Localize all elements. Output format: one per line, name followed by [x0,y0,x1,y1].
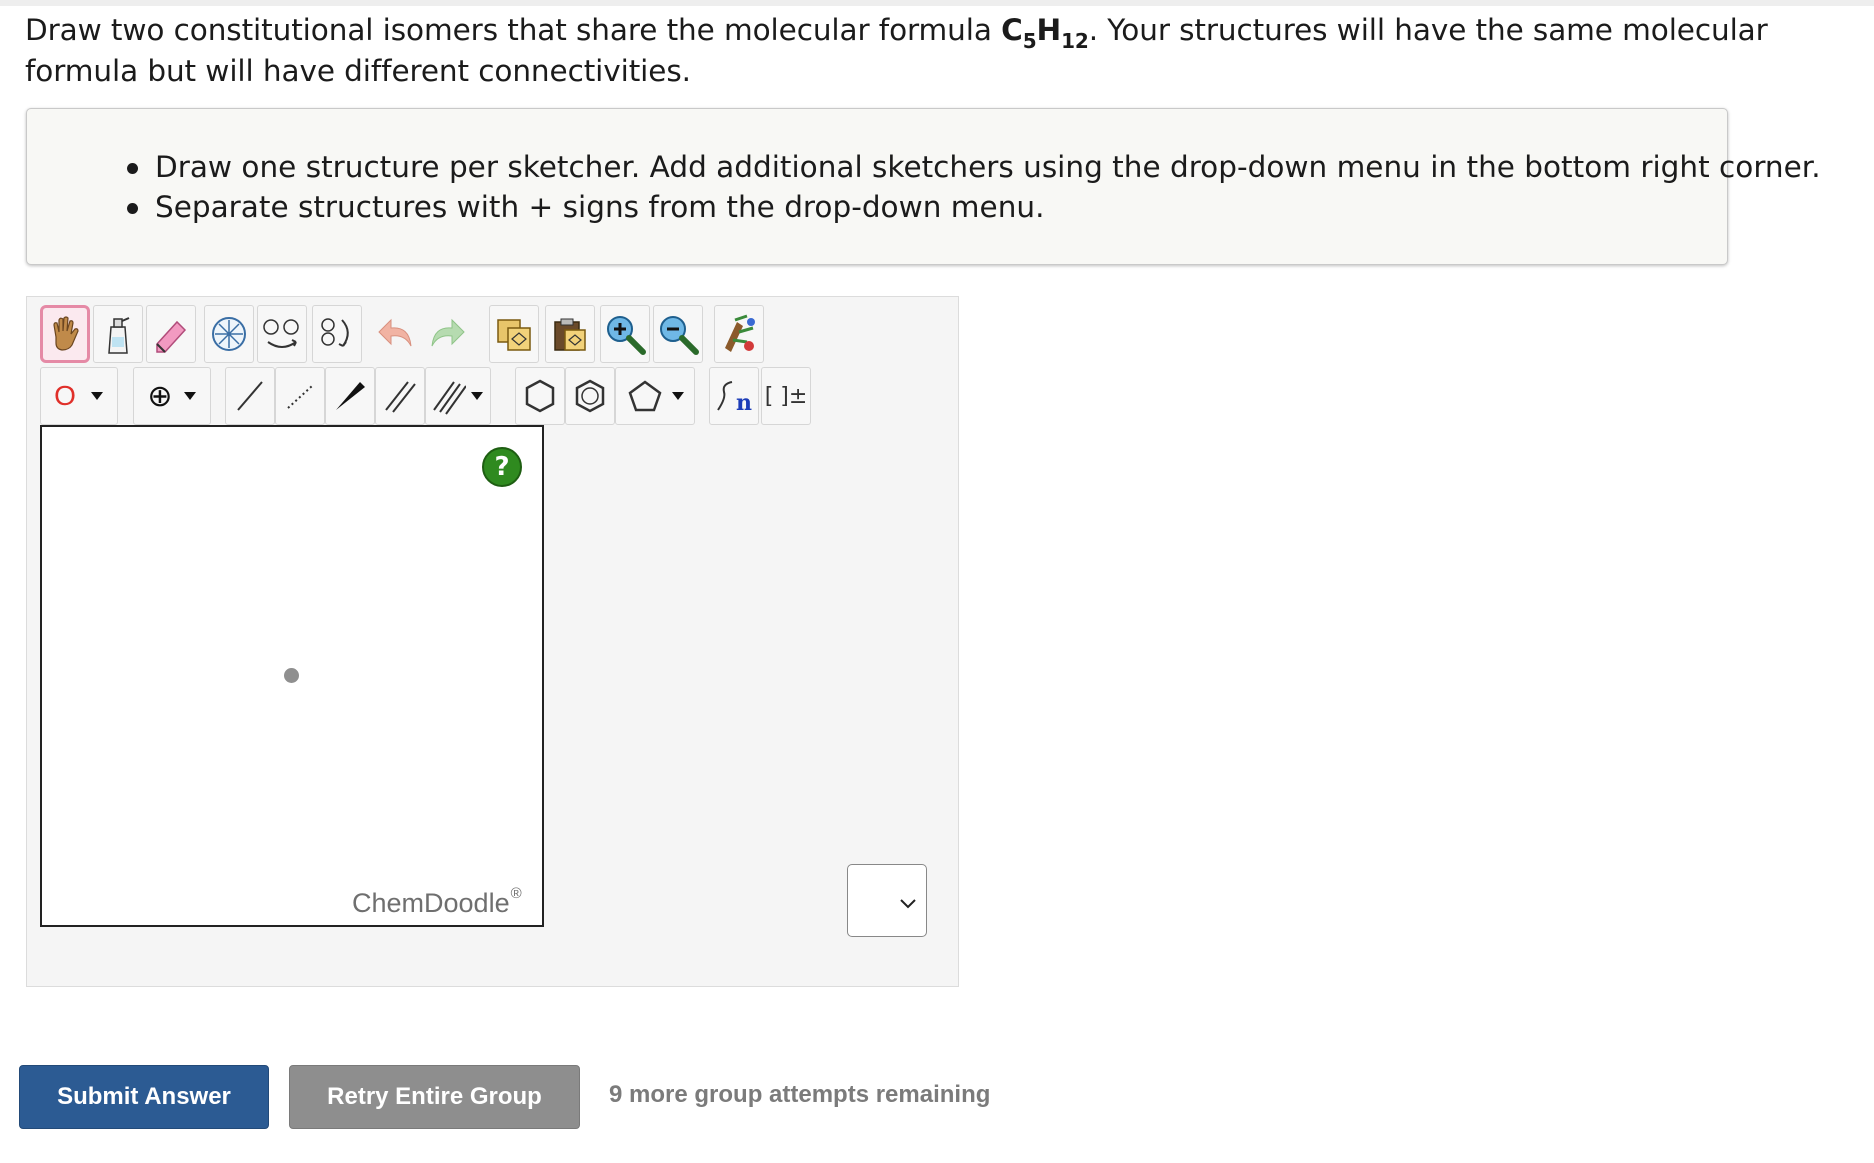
wedge-bond-icon [336,382,365,410]
bracket-icon: [ ]± [764,383,808,409]
retry-group-button[interactable]: Retry Entire Group [289,1065,580,1129]
instruction-item: Draw one structure per sketcher. Add add… [97,147,1821,187]
benzene-button[interactable] [565,367,615,425]
hand-tool-button[interactable] [40,305,90,363]
repeat-unit-button[interactable]: n [709,367,759,425]
wedge-bond-button[interactable] [325,367,375,425]
zoom-out-button[interactable] [653,305,703,363]
cyclopentane-button[interactable] [615,367,695,425]
center-tool-button[interactable] [204,305,254,363]
help-button[interactable]: ? [482,447,522,487]
hashed-bond-icon [287,385,313,409]
caret-down-icon [471,392,483,400]
bracket-button[interactable]: [ ]± [761,367,811,425]
rotate-tool-button[interactable] [312,305,362,363]
flip-icon [263,319,299,348]
zoom-in-button[interactable] [600,305,650,363]
caret-down-icon [90,392,103,400]
clean-button[interactable] [714,305,764,363]
hand-icon [53,316,79,351]
atom-label: O [54,380,76,411]
molecular-formula: C5H12 [1001,13,1089,53]
redo-icon [431,318,465,347]
instructions-list: Draw one structure per sketcher. Add add… [97,147,1821,227]
eraser-tool-button[interactable] [146,305,196,363]
single-bond-button[interactable] [225,367,275,425]
flip-tool-button[interactable] [257,305,307,363]
charge-selector[interactable]: ⊕ [133,367,211,425]
spray-bottle-icon [108,317,130,354]
undo-button[interactable] [372,305,422,363]
triple-bond-button[interactable] [425,367,491,425]
chain-icon [717,381,733,411]
chemdoodle-sketcher: O ⊕ n [ ]± ? ChemDoodle® [26,296,959,987]
undo-icon [378,318,412,347]
question-text-part: Draw two constitutional isomers that sha… [25,13,1002,47]
redo-button[interactable] [421,305,471,363]
caret-down-icon [183,392,196,400]
benzene-icon [575,379,605,413]
center-icon [212,317,246,351]
paste-button[interactable] [545,305,595,363]
instructions-box: Draw one structure per sketcher. Add add… [26,108,1821,265]
double-bond-icon [385,381,416,413]
hashed-bond-button[interactable] [275,367,325,425]
instruction-item: Separate structures with + signs from th… [97,187,1821,227]
question-text: Draw two constitutional isomers that sha… [25,10,1865,92]
cyclohexane-button[interactable] [515,367,565,425]
chemdoodle-brand: ChemDoodle® [352,885,522,918]
triple-bond-icon [433,381,466,415]
pentagon-icon [628,380,662,412]
canvas-dot [284,668,299,683]
copy-icon [497,319,531,351]
spray-tool-button[interactable] [93,305,143,363]
double-bond-button[interactable] [375,367,425,425]
chevron-down-icon [900,899,916,909]
charge-plus-icon: ⊕ [147,378,173,414]
attempts-remaining: 9 more group attempts remaining [609,1081,991,1108]
clean-icon [725,314,755,352]
eraser-icon [156,320,187,353]
add-sketcher-dropdown[interactable] [847,864,927,937]
submit-answer-button[interactable]: Submit Answer [19,1065,269,1129]
zoom-in-icon [607,316,646,355]
paste-icon [554,318,586,351]
single-bond-icon [237,381,263,411]
zoom-out-icon [660,316,699,355]
atom-selector[interactable]: O [40,367,118,425]
copy-button[interactable] [489,305,539,363]
top-border [0,0,1874,6]
rotate-icon [321,318,349,347]
repeat-unit-label: n [736,390,752,416]
caret-down-icon [672,392,684,400]
hexagon-icon [525,379,555,413]
